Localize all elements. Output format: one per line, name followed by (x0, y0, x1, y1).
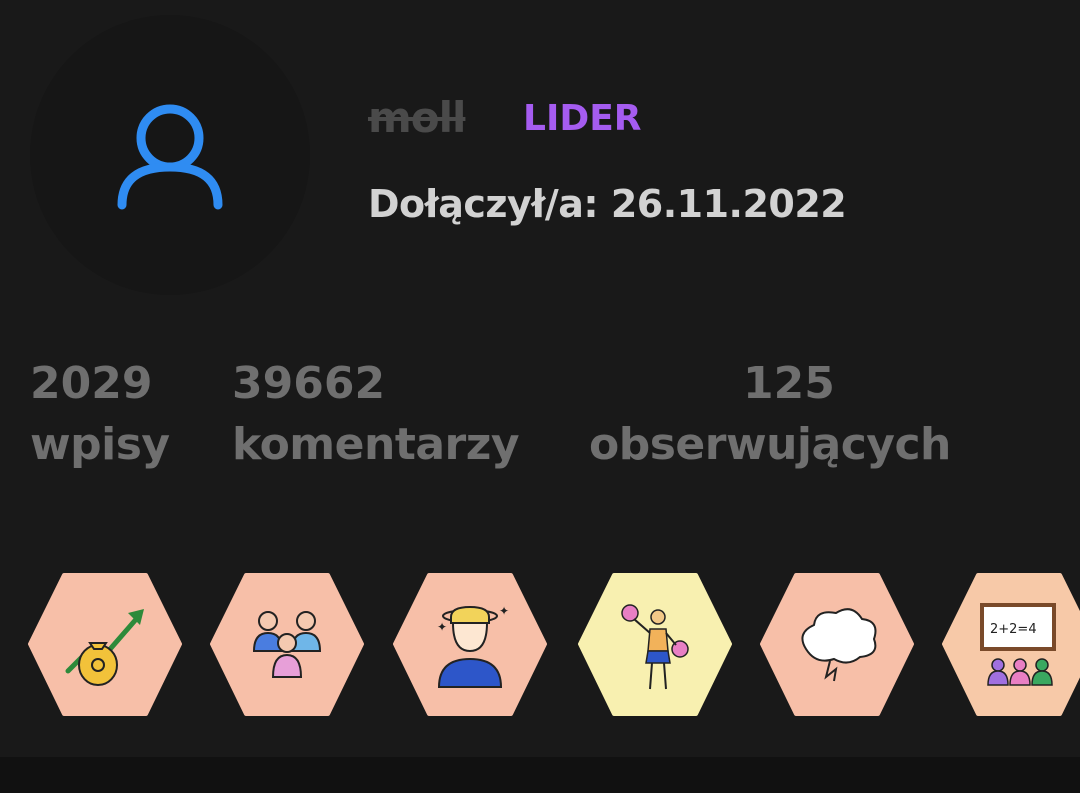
blackboard-text: 2+2=4 (990, 622, 1037, 637)
badge-money-bag[interactable] (28, 573, 182, 716)
svg-text:✦: ✦ (437, 620, 447, 634)
group-of-people-icon (210, 573, 364, 716)
username[interactable]: moll (368, 92, 466, 144)
badge-cheerleader[interactable] (578, 573, 732, 716)
profile-page: moll LIDER Dołączył/a: 26.11.2022 2029 w… (0, 0, 1080, 793)
cheerleader-icon (578, 573, 732, 716)
posts-count[interactable]: 2029 (30, 358, 152, 410)
svg-text:✦: ✦ (499, 604, 509, 618)
thought-cloud-icon (760, 573, 914, 716)
money-bag-growth-icon (28, 573, 182, 716)
dizzy-student-icon: ✦ ✦ (393, 573, 547, 716)
badge-dizzy-student[interactable]: ✦ ✦ (393, 573, 547, 716)
badge-group[interactable] (210, 573, 364, 716)
user-outline-icon (117, 104, 223, 210)
classroom-blackboard-icon: 2+2=4 (942, 573, 1080, 716)
followers-label[interactable]: obserwujących (589, 419, 951, 471)
badge-thought-cloud[interactable] (760, 573, 914, 716)
rank-badge: LIDER (523, 98, 642, 139)
followers-count[interactable]: 125 (743, 358, 835, 410)
avatar[interactable] (30, 15, 310, 295)
joined-date: Dołączył/a: 26.11.2022 (368, 182, 847, 226)
bottom-bar (0, 757, 1080, 793)
comments-count[interactable]: 39662 (232, 358, 385, 410)
comments-label[interactable]: komentarzy (232, 419, 520, 471)
posts-label[interactable]: wpisy (30, 419, 170, 471)
badge-classroom[interactable]: 2+2=4 (942, 573, 1080, 716)
